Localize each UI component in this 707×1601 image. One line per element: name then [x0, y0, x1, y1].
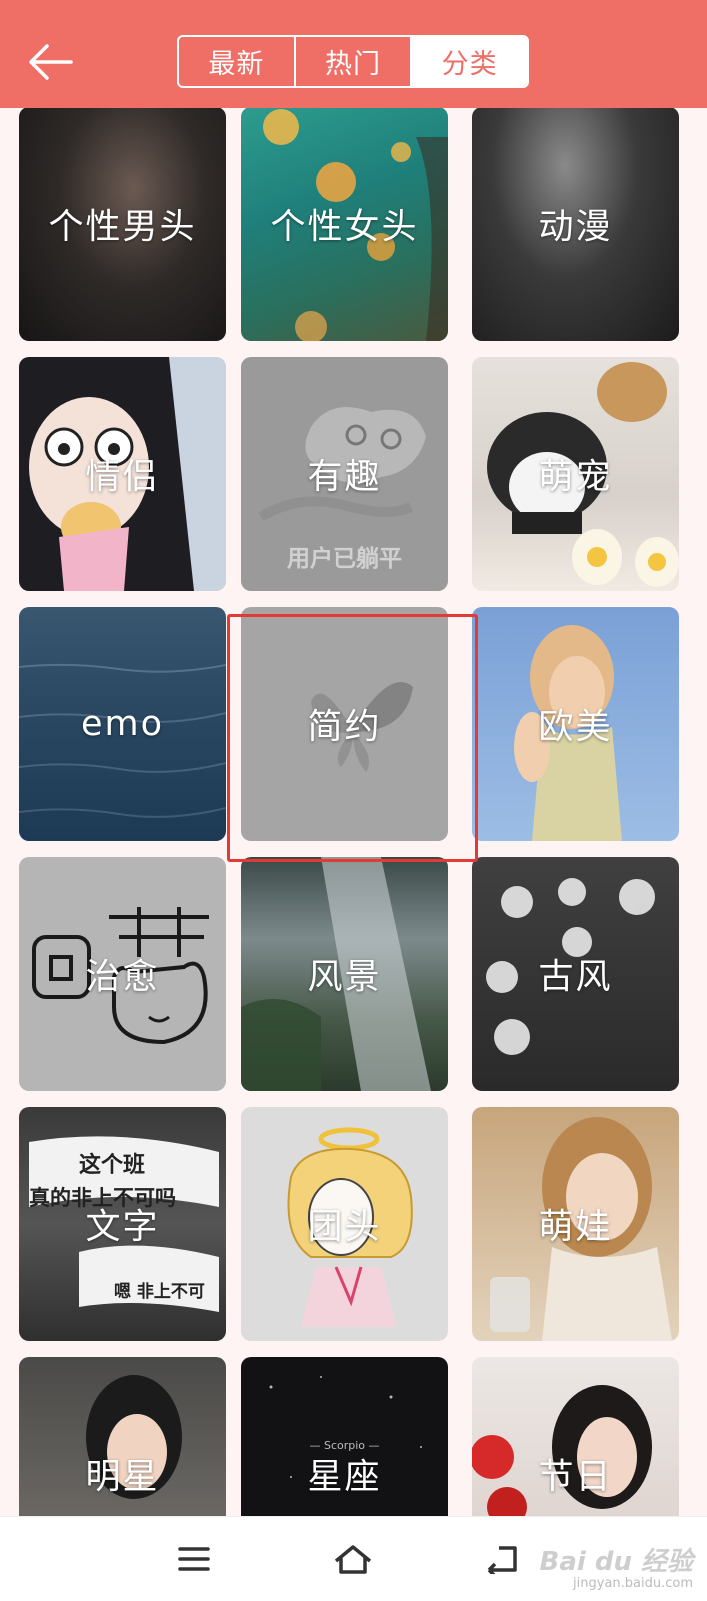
category-tile-pets[interactable]: 萌宠: [472, 357, 679, 591]
category-tile-male-avatar[interactable]: 个性男头: [19, 107, 226, 341]
watermark-url: jingyan.baidu.com: [573, 1575, 693, 1591]
category-label: emo: [80, 704, 165, 744]
category-label: 萌娃: [538, 1207, 613, 1248]
category-label: 明星: [85, 1457, 160, 1498]
category-tile-group-avatar[interactable]: 团头: [241, 1107, 448, 1341]
category-label: 治愈: [85, 957, 160, 998]
home-icon: [334, 1545, 372, 1574]
category-label: 文字: [85, 1207, 160, 1248]
top-bar: 最新 热门 分类: [0, 0, 707, 108]
return-icon: [487, 1546, 517, 1574]
category-label: 团头: [307, 1207, 382, 1248]
category-label: 古风: [538, 957, 613, 998]
category-grid: 个性男头 个性女头 动漫 情侣 有趣 用户已躺平 萌宠 emo 简约 欧美 治愈…: [0, 0, 707, 1600]
category-label: 简约: [307, 707, 382, 748]
category-label: 有趣: [307, 457, 382, 498]
category-tile-couple[interactable]: 情侣: [19, 357, 226, 591]
banner-text-line: 这个班: [79, 1153, 146, 1178]
menu-button[interactable]: [164, 1531, 224, 1587]
tab-latest[interactable]: 最新: [179, 37, 294, 86]
category-tile-healing[interactable]: 治愈: [19, 857, 226, 1091]
category-label: 风景: [307, 957, 382, 998]
category-tile-scenery[interactable]: 风景: [241, 857, 448, 1091]
menu-icon: [178, 1547, 210, 1571]
banner-text-line: 嗯 非上不可: [114, 1282, 205, 1302]
category-label: 欧美: [538, 707, 613, 748]
tab-categories[interactable]: 分类: [410, 37, 527, 86]
category-label: 节日: [538, 1457, 613, 1498]
watermark-logo: Bai du 经验: [539, 1547, 694, 1578]
category-tile-emo[interactable]: emo: [19, 607, 226, 841]
category-tile-funny[interactable]: 有趣 用户已躺平: [241, 357, 448, 591]
tab-bar: 最新 热门 分类: [177, 35, 529, 88]
category-tile-female-avatar[interactable]: 个性女头: [241, 107, 448, 341]
category-tile-anime[interactable]: 动漫: [472, 107, 679, 341]
category-tile-kids[interactable]: 萌娃: [472, 1107, 679, 1341]
category-tile-text[interactable]: 这个班 真的非上不可吗 嗯 非上不可 文字: [19, 1107, 226, 1341]
back-button[interactable]: [24, 36, 76, 88]
category-label: 星座: [307, 1457, 382, 1498]
arrow-left-icon: [29, 44, 73, 80]
category-label: 情侣: [85, 457, 160, 498]
system-nav-bar: Bai du 经验 jingyan.baidu.com: [0, 1516, 707, 1601]
category-label: 个性女头: [270, 207, 419, 248]
category-label: 动漫: [538, 207, 613, 248]
watermark: Bai du 经验 jingyan.baidu.com: [540, 1548, 694, 1591]
home-button[interactable]: [323, 1531, 383, 1587]
category-label: 个性男头: [48, 207, 197, 248]
return-button[interactable]: [472, 1531, 532, 1587]
category-tile-ancient-style[interactable]: 古风: [472, 857, 679, 1091]
tab-hot[interactable]: 热门: [293, 37, 411, 86]
category-label: 萌宠: [538, 457, 613, 498]
tile-caption: 用户已躺平: [287, 546, 402, 572]
category-tile-western[interactable]: 欧美: [472, 607, 679, 841]
